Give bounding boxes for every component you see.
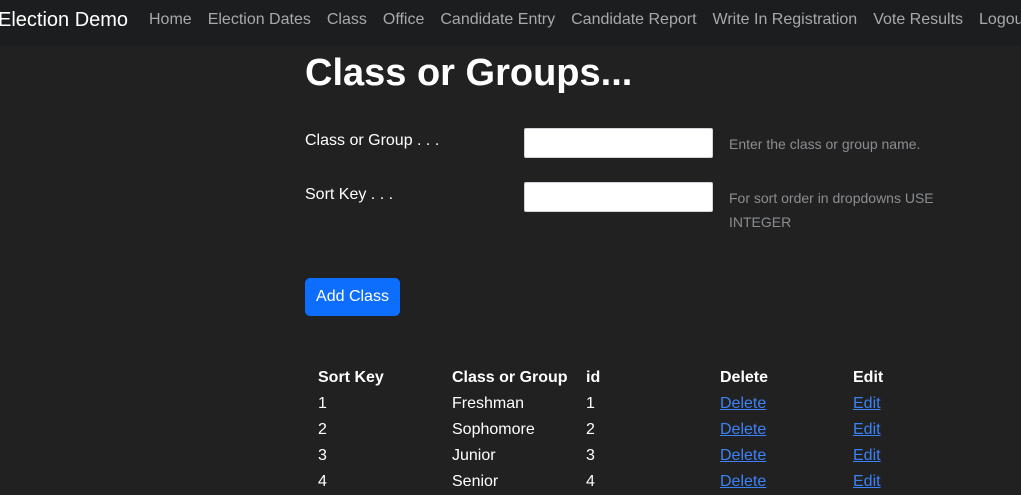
cell-id: 3: [586, 447, 595, 464]
delete-link[interactable]: Delete: [720, 447, 766, 464]
sort-key-label: Sort Key . . .: [305, 186, 394, 203]
delete-link[interactable]: Delete: [720, 395, 766, 412]
page-title: Class or Groups...: [305, 52, 633, 94]
class-input[interactable]: [524, 128, 713, 158]
nav-vote-results[interactable]: Vote Results: [873, 11, 963, 29]
header-sort-key: Sort Key: [318, 369, 384, 386]
cell-class-name: Junior: [452, 447, 496, 464]
table-header-row: Sort Key Class or Group id Delete Edit: [310, 365, 905, 391]
class-table: Sort Key Class or Group id Delete Edit 1…: [310, 365, 905, 495]
cell-class-name: Freshman: [452, 395, 525, 412]
cell-id: 4: [586, 473, 595, 490]
cell-sort-key: 3: [318, 447, 327, 464]
cell-class-name: Sophomore: [452, 421, 535, 438]
cell-id: 2: [586, 421, 595, 438]
delete-link[interactable]: Delete: [720, 421, 766, 438]
sort-key-form-row: Sort Key . . . For sort order in dropdow…: [305, 182, 1005, 242]
table-row: 3 Junior 3 Delete Edit: [310, 443, 905, 469]
nav-office[interactable]: Office: [383, 11, 425, 29]
class-form-row: Class or Group . . . Enter the class or …: [305, 128, 1005, 188]
header-class-or-group: Class or Group: [452, 369, 568, 386]
nav-write-in-registration[interactable]: Write In Registration: [713, 11, 858, 29]
table-row: 4 Senior 4 Delete Edit: [310, 469, 905, 495]
edit-link[interactable]: Edit: [853, 421, 881, 438]
cell-sort-key: 2: [318, 421, 327, 438]
header-id: id: [586, 369, 601, 386]
cell-class-name: Senior: [452, 473, 499, 490]
nav-candidate-entry[interactable]: Candidate Entry: [440, 11, 555, 29]
nav-home[interactable]: Home: [149, 11, 192, 29]
edit-link[interactable]: Edit: [853, 473, 881, 490]
brand-link[interactable]: Election Demo: [0, 9, 128, 32]
cell-sort-key: 1: [318, 395, 327, 412]
nav-candidate-report[interactable]: Candidate Report: [571, 11, 696, 29]
nav-links: Home Election Dates Class Office Candida…: [149, 11, 1021, 29]
header-edit: Edit: [853, 369, 884, 386]
top-navbar: Election Demo Home Election Dates Class …: [0, 0, 1021, 45]
class-label: Class or Group . . .: [305, 132, 440, 149]
table-row: 1 Freshman 1 Delete Edit: [310, 391, 905, 417]
delete-link[interactable]: Delete: [720, 473, 766, 490]
cell-sort-key: 4: [318, 473, 327, 490]
table-row: 2 Sophomore 2 Delete Edit: [310, 417, 905, 443]
sort-key-input[interactable]: [524, 182, 713, 212]
nav-election-dates[interactable]: Election Dates: [208, 11, 311, 29]
add-class-button[interactable]: Add Class: [305, 278, 400, 316]
class-help-text: Enter the class or group name.: [729, 136, 921, 152]
edit-link[interactable]: Edit: [853, 447, 881, 464]
edit-link[interactable]: Edit: [853, 395, 881, 412]
header-delete: Delete: [720, 369, 769, 386]
sort-key-help-text: For sort order in dropdowns USE INTEGER: [729, 190, 934, 230]
nav-class[interactable]: Class: [327, 11, 367, 29]
cell-id: 1: [586, 395, 595, 412]
nav-logout[interactable]: Logout: [979, 11, 1021, 29]
